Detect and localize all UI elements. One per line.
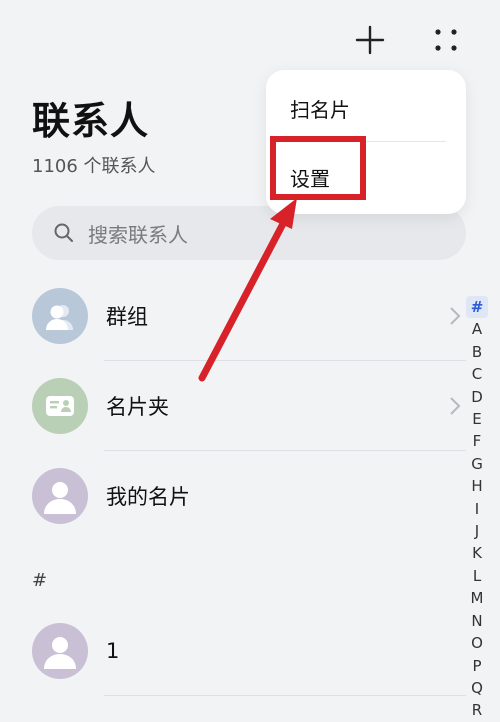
alphabet-index-letter[interactable]: O xyxy=(466,632,488,654)
alphabet-index-letter[interactable]: A xyxy=(466,318,488,340)
alphabet-index-letter[interactable]: B xyxy=(466,341,488,363)
business-card-icon xyxy=(32,378,88,434)
list-item-label: 群组 xyxy=(106,305,148,329)
alphabet-index-letter[interactable]: E xyxy=(466,408,488,430)
divider xyxy=(104,695,466,696)
alphabet-index-letter[interactable]: L xyxy=(466,565,488,587)
alphabet-index-letter[interactable]: F xyxy=(466,430,488,452)
add-contact-button[interactable] xyxy=(348,18,392,62)
alphabet-index-letter[interactable]: N xyxy=(466,610,488,632)
contact-name: 1 xyxy=(106,639,120,663)
alphabet-index-letter[interactable]: K xyxy=(466,542,488,564)
search-icon xyxy=(54,223,73,242)
page-title: 联系人 xyxy=(32,99,150,143)
person-icon xyxy=(32,468,88,524)
alphabet-index-letter[interactable]: I xyxy=(466,498,488,520)
list-item-business-cards[interactable]: 名片夹 xyxy=(32,361,466,451)
person-icon xyxy=(32,623,88,679)
alphabet-index-letter[interactable]: D xyxy=(466,386,488,408)
contact-row[interactable]: 1 xyxy=(32,606,466,696)
alphabet-index[interactable]: # A B C D E F G H I J K L M N O P Q R xyxy=(466,296,488,722)
list-item-label: 我的名片 xyxy=(106,485,190,509)
alphabet-index-letter[interactable]: P xyxy=(466,655,488,677)
alphabet-index-letter[interactable]: M xyxy=(466,587,488,609)
group-icon xyxy=(32,288,88,344)
search-bar[interactable]: 搜索联系人 xyxy=(32,206,466,260)
contact-count: 1106 个联系人 xyxy=(32,156,156,177)
alphabet-index-letter[interactable]: # xyxy=(466,296,488,319)
top-actions xyxy=(348,18,468,62)
alphabet-index-letter[interactable]: H xyxy=(466,475,488,497)
more-options-button[interactable] xyxy=(424,18,468,62)
chevron-right-icon xyxy=(450,397,461,415)
list-item-groups[interactable]: 群组 xyxy=(32,271,466,361)
alphabet-index-letter[interactable]: Q xyxy=(466,677,488,699)
list-item-my-card[interactable]: 我的名片 xyxy=(32,451,466,541)
chevron-right-icon xyxy=(450,307,461,325)
more-dots-icon xyxy=(435,29,457,51)
annotation-highlight xyxy=(270,136,366,200)
alphabet-index-letter[interactable]: J xyxy=(466,520,488,542)
menu-item-scan-card[interactable]: 扫名片 xyxy=(290,94,350,123)
list-item-label: 名片夹 xyxy=(106,395,169,419)
alphabet-index-letter[interactable]: C xyxy=(466,363,488,385)
alphabet-index-letter[interactable]: G xyxy=(466,453,488,475)
search-placeholder: 搜索联系人 xyxy=(88,222,188,247)
section-header: # xyxy=(32,570,48,591)
plus-icon xyxy=(355,25,385,55)
